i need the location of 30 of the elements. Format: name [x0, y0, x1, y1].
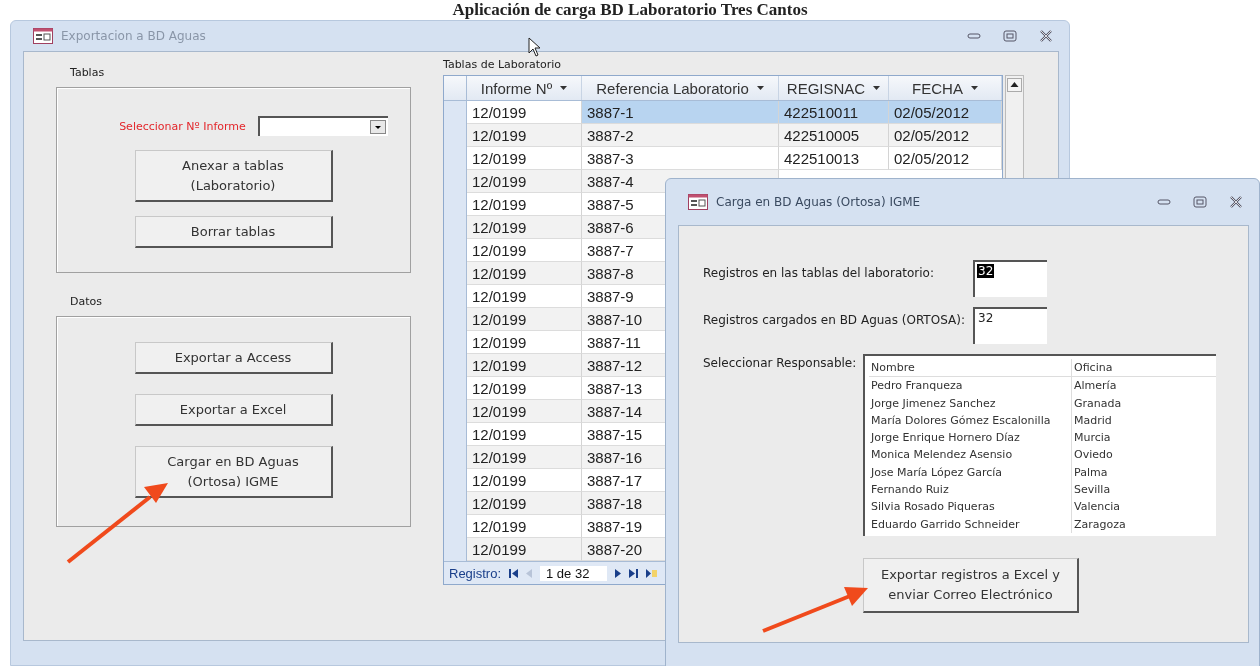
table-cell: 422510011: [779, 101, 889, 124]
table-cell: 3887-2: [582, 124, 779, 147]
table-cell: 12/0199: [467, 124, 582, 147]
group-label: Datos: [70, 295, 103, 308]
field-value: 32: [977, 264, 995, 278]
table-cell: 12/0199: [467, 492, 582, 515]
table-cell: 12/0199: [467, 170, 582, 193]
table-cell: 12/0199: [467, 216, 582, 239]
navigator-label: Registro:: [449, 565, 502, 581]
table-cell: 12/0199: [467, 262, 582, 285]
group-label: Tablas: [70, 66, 106, 79]
table-cell: 02/05/2012: [889, 147, 1002, 170]
page-heading: Aplicación de carga BD Laboratorio Tres Cantos: [452, 0, 808, 20]
field-value: 32: [977, 311, 995, 325]
table-cell: 12/0199: [467, 400, 582, 423]
table-cell: 12/0199: [467, 101, 582, 124]
table-cell: 12/0199: [467, 446, 582, 469]
list-column-header: Oficina: [1073, 360, 1113, 376]
table-cell: 02/05/2012: [889, 124, 1002, 147]
table-cell: 422510013: [779, 147, 889, 170]
window-title: Exportacion a BD Aguas: [61, 29, 206, 43]
table-cell: 12/0199: [467, 354, 582, 377]
table-cell: 3887-1: [582, 101, 779, 124]
list-column-header: Nombre: [869, 359, 1072, 377]
table-cell: 12/0199: [467, 538, 582, 561]
subform-label: Tablas de Laboratorio: [443, 58, 563, 71]
table-cell: 422510005: [779, 124, 889, 147]
table-cell: 12/0199: [467, 308, 582, 331]
field-label: Seleccionar Nº Informe: [119, 119, 246, 133]
table-cell: 02/05/2012: [889, 101, 1002, 124]
